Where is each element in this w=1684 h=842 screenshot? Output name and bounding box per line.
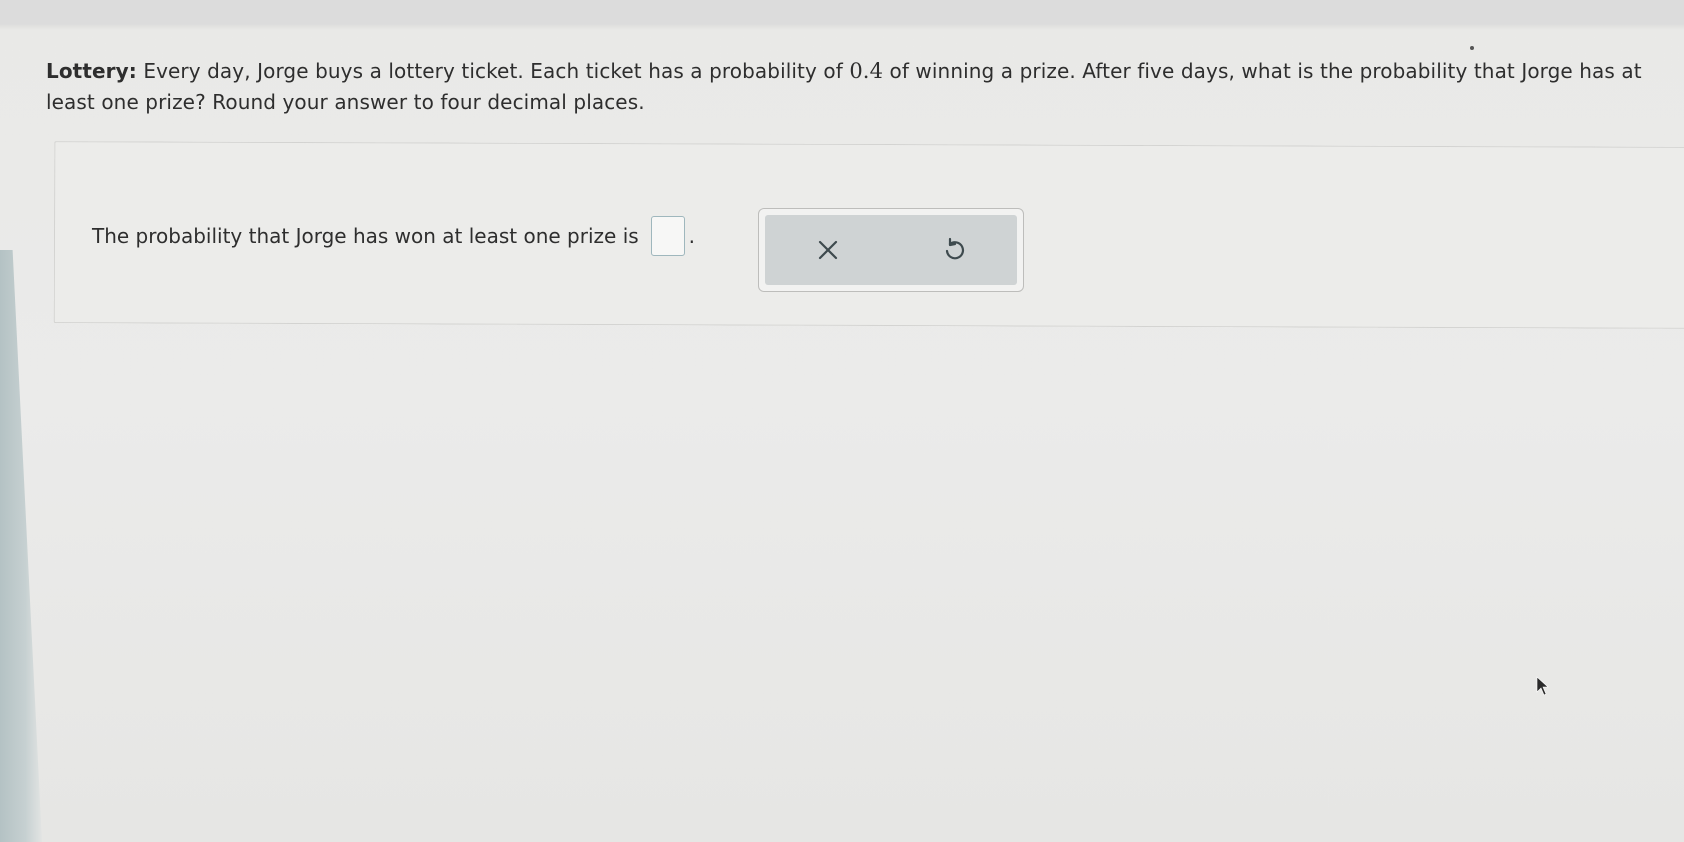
question-label: Lottery: <box>46 59 137 83</box>
answer-line: The probability that Jorge has won at le… <box>92 216 695 256</box>
answer-tools-bar <box>765 215 1017 285</box>
answer-input[interactable] <box>650 216 685 256</box>
close-icon <box>818 240 838 260</box>
clear-button[interactable] <box>798 225 858 275</box>
answer-tools <box>758 208 1024 292</box>
speck <box>1470 46 1474 50</box>
answer-period: . <box>688 224 696 248</box>
mouse-pointer-icon <box>1536 676 1549 696</box>
undo-icon <box>945 237 965 260</box>
undo-button[interactable] <box>924 225 984 275</box>
question-body-start: Every day, Jorge buys a lottery ticket. … <box>136 59 850 83</box>
probability-value: 0.4 <box>849 59 884 83</box>
answer-prompt: The probability that Jorge has won at le… <box>92 224 639 248</box>
question-text: Lottery: Every day, Jorge buys a lottery… <box>46 56 1676 118</box>
